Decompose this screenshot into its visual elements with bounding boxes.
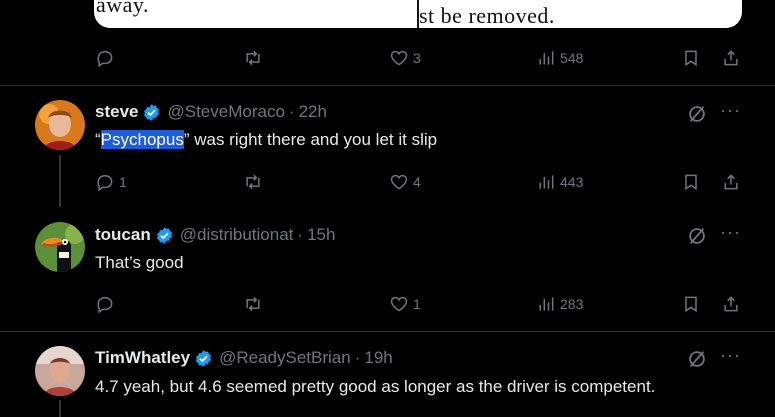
display-name[interactable]: TimWhatley <box>95 348 190 368</box>
views-icon <box>539 51 554 65</box>
reply-count: 1 <box>119 174 127 190</box>
bookmark-button[interactable] <box>681 292 701 316</box>
verified-badge-icon <box>144 103 160 121</box>
share-button[interactable] <box>721 170 741 194</box>
share-icon <box>724 296 738 312</box>
tweet-header: TimWhatley @ReadySetBrian · 19h <box>95 348 393 368</box>
timestamp[interactable]: 15h <box>307 225 335 245</box>
repost-button[interactable] <box>243 292 263 316</box>
like-count: 4 <box>413 174 421 190</box>
like-count: 3 <box>413 50 421 66</box>
tweet-text: 4.7 yeah, but 4.6 seemed pretty good as … <box>95 377 656 396</box>
bookmark-button[interactable] <box>681 170 701 194</box>
thread-line <box>59 400 61 417</box>
handle[interactable]: @SteveMoraco <box>167 102 284 122</box>
bookmark-icon <box>685 50 697 67</box>
avatar[interactable] <box>35 222 85 272</box>
share-button[interactable] <box>721 46 741 70</box>
like-button[interactable]: 3 <box>389 46 421 70</box>
handle[interactable]: @ReadySetBrian <box>219 348 351 368</box>
tweet-text-part: ” was right there and you let it slip <box>183 130 438 149</box>
separator-dot: · <box>288 102 295 121</box>
avatar[interactable] <box>35 346 85 396</box>
media-text-left: away. <box>96 0 149 17</box>
grok-icon[interactable] <box>686 103 708 125</box>
verified-badge-icon <box>156 226 172 244</box>
views-button[interactable]: 283 <box>536 292 583 316</box>
repost-icon <box>246 50 260 66</box>
share-icon <box>724 50 738 66</box>
tweet-header: toucan @distributionat · 15h <box>95 225 335 245</box>
action-bar: 3 548 <box>95 46 745 70</box>
timestamp[interactable]: 22h <box>299 102 327 122</box>
share-button[interactable] <box>721 292 741 316</box>
heart-icon <box>390 50 408 66</box>
timestamp[interactable]: 19h <box>364 348 392 368</box>
tweet-text-part: “ <box>95 130 101 149</box>
like-button[interactable]: 1 <box>389 292 421 316</box>
reply-button[interactable] <box>95 46 119 70</box>
handle[interactable]: @distributionat <box>180 225 294 245</box>
views-icon <box>539 297 554 311</box>
repost-icon <box>246 174 260 190</box>
bookmark-icon <box>685 174 697 191</box>
views-button[interactable]: 548 <box>536 46 583 70</box>
more-icon[interactable]: ··· <box>720 100 741 121</box>
more-icon[interactable]: ··· <box>720 222 741 243</box>
heart-icon <box>390 296 408 312</box>
repost-button[interactable] <box>243 46 263 70</box>
views-count: 548 <box>560 50 584 66</box>
thread-line <box>59 155 61 207</box>
repost-button[interactable] <box>243 170 263 194</box>
reply-icon <box>97 175 113 192</box>
repost-icon <box>246 296 260 312</box>
separator-dot: · <box>297 225 304 244</box>
divider <box>0 331 775 332</box>
action-bar: 1 4 443 <box>95 170 745 194</box>
bookmark-icon <box>685 296 697 313</box>
avatar[interactable] <box>35 100 85 150</box>
share-icon <box>724 174 738 190</box>
reply-icon <box>97 51 113 68</box>
tweet-text: “Psychopus” was right there and you let … <box>95 130 437 150</box>
media-text-right: st be removed. <box>419 3 555 28</box>
views-icon <box>539 175 554 189</box>
views-count: 443 <box>560 174 584 190</box>
tweet-media-image[interactable]: away. st be removed. <box>94 0 742 28</box>
views-button[interactable]: 443 <box>536 170 583 194</box>
reply-button[interactable] <box>95 292 119 316</box>
reply-icon <box>97 297 113 314</box>
action-bar: 1 283 <box>95 292 745 316</box>
verified-badge-icon <box>196 349 212 367</box>
selected-text: Psychopus <box>100 130 184 149</box>
display-name[interactable]: toucan <box>95 225 151 245</box>
views-count: 283 <box>560 296 584 312</box>
reply-button[interactable]: 1 <box>95 170 127 194</box>
tweet-header: steve @SteveMoraco · 22h <box>95 102 327 122</box>
tweet-text: That’s good <box>95 253 184 272</box>
bookmark-button[interactable] <box>681 46 701 70</box>
more-icon[interactable]: ··· <box>720 345 741 366</box>
grok-icon[interactable] <box>686 348 708 370</box>
grok-icon[interactable] <box>686 225 708 247</box>
separator-dot: · <box>354 348 361 367</box>
like-count: 1 <box>413 296 421 312</box>
heart-icon <box>390 174 408 190</box>
like-button[interactable]: 4 <box>389 170 421 194</box>
divider <box>0 85 775 86</box>
display-name[interactable]: steve <box>95 102 138 122</box>
